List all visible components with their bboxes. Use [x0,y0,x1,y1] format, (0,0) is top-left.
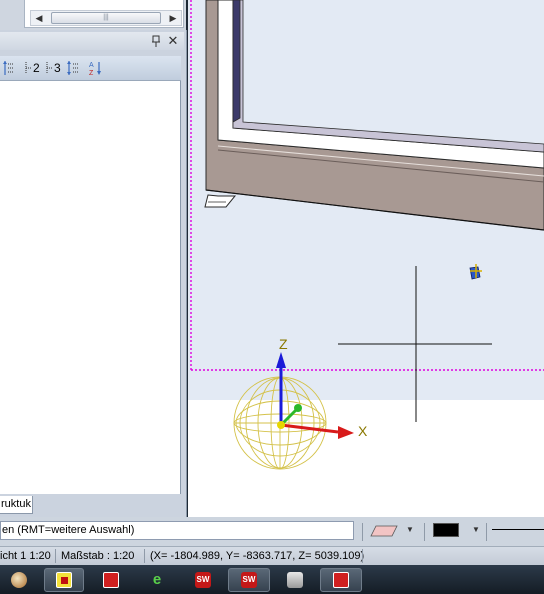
view-status: icht 1 1:20 [0,550,51,562]
red-app-icon [333,572,349,588]
taskbar-app-3[interactable] [92,568,130,592]
command-prompt[interactable]: en (RMT=weitere Auswahl) [0,521,354,540]
level3-label: 3 [54,61,61,75]
yellow-app-icon [56,572,72,588]
taskbar: e SW SW [0,565,544,594]
scroll-right-icon[interactable]: ▶ [166,11,180,25]
sort-toggle-button[interactable] [66,60,82,76]
sort-az-icon[interactable]: AZ [88,60,104,76]
printer-icon [287,572,303,588]
taskbar-app-8[interactable] [320,568,362,592]
solidworks-icon: SW [195,572,211,588]
taskbar-app-7[interactable] [276,568,314,592]
scroll-left-icon[interactable]: ◀ [32,11,46,25]
scrollbar-thumb[interactable]: ||| [51,12,161,24]
crosshair-cursor [338,266,492,422]
taskbar-app-1[interactable] [0,568,38,592]
tab-structure[interactable]: ruktuk [0,496,33,514]
status-bar: icht 1 1:20 Maßstab : 1:20 (X= -1804.989… [0,546,544,565]
expand-level1-button[interactable] [2,60,16,76]
solidworks-icon: SW [241,572,257,588]
pin-icon[interactable] [150,34,162,48]
taskbar-app-2[interactable] [44,568,84,592]
3d-viewport[interactable]: Z X [188,0,544,517]
taskbar-app-4[interactable]: e [138,568,176,592]
svg-text:Z: Z [89,70,94,76]
taskbar-app-6[interactable]: SW [228,568,270,592]
scale-status: Maßstab : 1:20 [61,550,135,562]
coordinates-status: (X= -1804.989, Y= -8363.717, Z= 5039.109… [150,550,365,562]
axis-z-label: Z [279,336,288,352]
red-app-icon [103,572,119,588]
close-icon[interactable]: ✕ [167,34,179,48]
globe-icon [11,572,27,588]
structure-tree[interactable] [0,81,181,494]
expand-level3-button[interactable]: 3 [45,60,65,76]
gizmo-origin[interactable] [277,421,285,429]
fill-style-icon[interactable] [370,522,400,540]
snap-point-icon[interactable] [469,264,482,280]
green-e-icon: e [152,571,162,588]
panel-toolbar: 2 3 AZ [0,56,181,81]
axis-x-label: X [358,423,368,439]
horizontal-scrollbar[interactable]: ◀ ||| ▶ [30,10,182,26]
line-style-preview[interactable] [492,529,544,530]
expand-level2-button[interactable]: 2 [24,60,44,76]
window-frame[interactable] [204,0,544,231]
color-dropdown-icon[interactable]: ▼ [472,523,484,537]
taskbar-app-5[interactable]: SW [184,568,222,592]
floor-area [188,400,544,517]
fill-dropdown-icon[interactable]: ▼ [406,523,418,537]
level2-label: 2 [33,61,40,75]
svg-text:A: A [89,62,94,69]
color-swatch[interactable] [433,523,459,537]
